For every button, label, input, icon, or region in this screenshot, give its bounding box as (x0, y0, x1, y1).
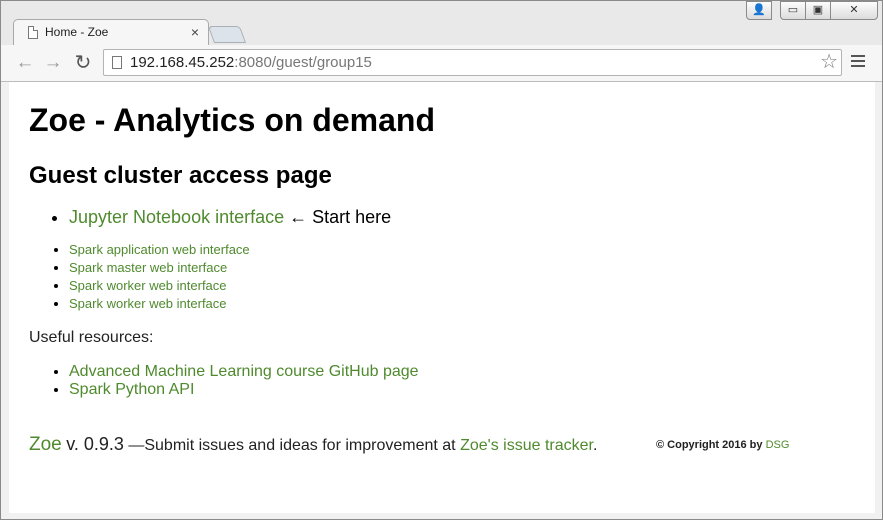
footer: Zoe v. 0.9.3 —Submit issues and ideas fo… (29, 434, 597, 456)
close-window-button[interactable]: ✕ (830, 1, 878, 20)
new-tab-button[interactable] (207, 26, 247, 43)
issue-tracker-link[interactable]: Zoe's issue tracker (460, 437, 593, 454)
bookmark-star-icon[interactable]: ☆ (820, 50, 838, 74)
page-content: Zoe - Analytics on demand Guest cluster … (9, 82, 875, 513)
url-text[interactable]: 192.168.45.252:8080/guest/group15 (130, 54, 372, 71)
user-icon[interactable]: 👤 (746, 1, 772, 20)
url-host: 192.168.45.252 (130, 54, 235, 71)
page-icon (28, 26, 38, 39)
spark-master-link[interactable]: Spark master web interface (69, 260, 227, 275)
list-item: Spark Python API (69, 381, 419, 399)
list-item: Spark master web interface (69, 259, 250, 277)
start-here-note: ← Start here (289, 207, 392, 227)
maximize-button[interactable]: ▣ (805, 1, 831, 20)
page-info-icon[interactable] (112, 56, 122, 69)
zoe-home-link[interactable]: Zoe (29, 434, 62, 455)
forward-arrow-icon[interactable]: → (41, 51, 65, 75)
jupyter-notebook-link[interactable]: Jupyter Notebook interface (69, 207, 284, 227)
primary-link-list: Jupyter Notebook interface ← Start here (49, 207, 391, 228)
tab-close-icon[interactable]: × (191, 24, 199, 40)
resource-link-list: Advanced Machine Learning course GitHub … (49, 363, 419, 399)
reload-icon[interactable]: ↻ (71, 51, 95, 75)
title-bar: Home - Zoe × 👤 ▭ ▣ ✕ (1, 1, 882, 46)
footer-period: . (592, 437, 598, 454)
menu-icon[interactable] (851, 55, 865, 70)
github-course-link[interactable]: Advanced Machine Learning course GitHub … (69, 363, 419, 380)
spark-app-link[interactable]: Spark application web interface (69, 242, 250, 257)
back-arrow-icon[interactable]: ← (13, 51, 37, 75)
list-item: Advanced Machine Learning course GitHub … (69, 363, 419, 381)
page-subtitle: Guest cluster access page (29, 162, 332, 189)
browser-window: Home - Zoe × 👤 ▭ ▣ ✕ ← → ↻ 192.168.45.25… (0, 0, 883, 520)
dsg-link[interactable]: DSG (766, 439, 790, 451)
spark-worker-link[interactable]: Spark worker web interface (69, 278, 227, 293)
url-path: :8080/guest/group15 (234, 54, 372, 71)
address-bar[interactable]: 192.168.45.252:8080/guest/group15 ☆ (103, 49, 842, 76)
list-item: Jupyter Notebook interface ← Start here (69, 207, 391, 228)
copyright-text: © Copyright 2016 by DSG (656, 439, 789, 451)
browser-toolbar: ← → ↻ 192.168.45.252:8080/guest/group15 … (1, 45, 882, 82)
copyright-label: © Copyright 2016 by (656, 439, 763, 451)
resources-label: Useful resources: (29, 329, 154, 346)
page-title: Zoe - Analytics on demand (29, 102, 435, 138)
spark-worker-link[interactable]: Spark worker web interface (69, 296, 227, 311)
service-link-list: Spark application web interface Spark ma… (49, 241, 250, 313)
version-text: v. 0.9.3 (66, 434, 124, 454)
browser-tab[interactable]: Home - Zoe × (13, 19, 209, 46)
list-item: Spark worker web interface (69, 277, 250, 295)
footer-text: —Submit issues and ideas for improvement… (128, 437, 456, 454)
minimize-button[interactable]: ▭ (780, 1, 806, 20)
spark-python-api-link[interactable]: Spark Python API (69, 381, 194, 398)
list-item: Spark application web interface (69, 241, 250, 259)
list-item: Spark worker web interface (69, 295, 250, 313)
tab-title: Home - Zoe (45, 25, 109, 39)
